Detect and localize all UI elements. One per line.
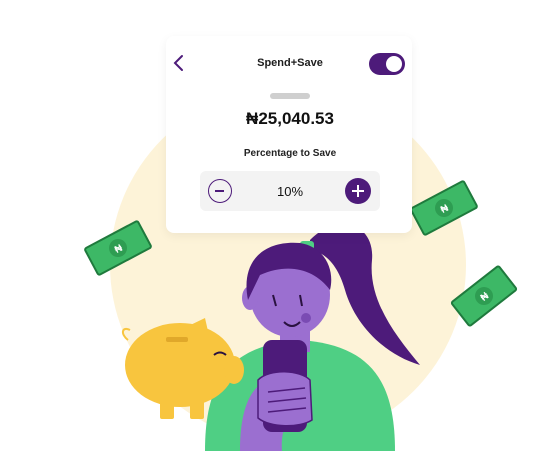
spend-save-toggle[interactable] [369, 53, 405, 75]
decrement-button[interactable] [208, 179, 232, 203]
toggle-knob [386, 56, 402, 72]
back-button[interactable] [170, 52, 188, 74]
minus-icon [215, 190, 224, 192]
balance-amount: ₦25,040.53 [246, 109, 334, 128]
person-cheek [301, 313, 311, 323]
sheet-drag-handle[interactable] [270, 93, 310, 99]
chevron-left-icon [173, 55, 183, 71]
page-title: Spend+Save [257, 57, 323, 69]
percentage-label: Percentage to Save [243, 148, 337, 159]
increment-button[interactable] [345, 178, 371, 204]
percentage-value: 10% [276, 184, 304, 199]
